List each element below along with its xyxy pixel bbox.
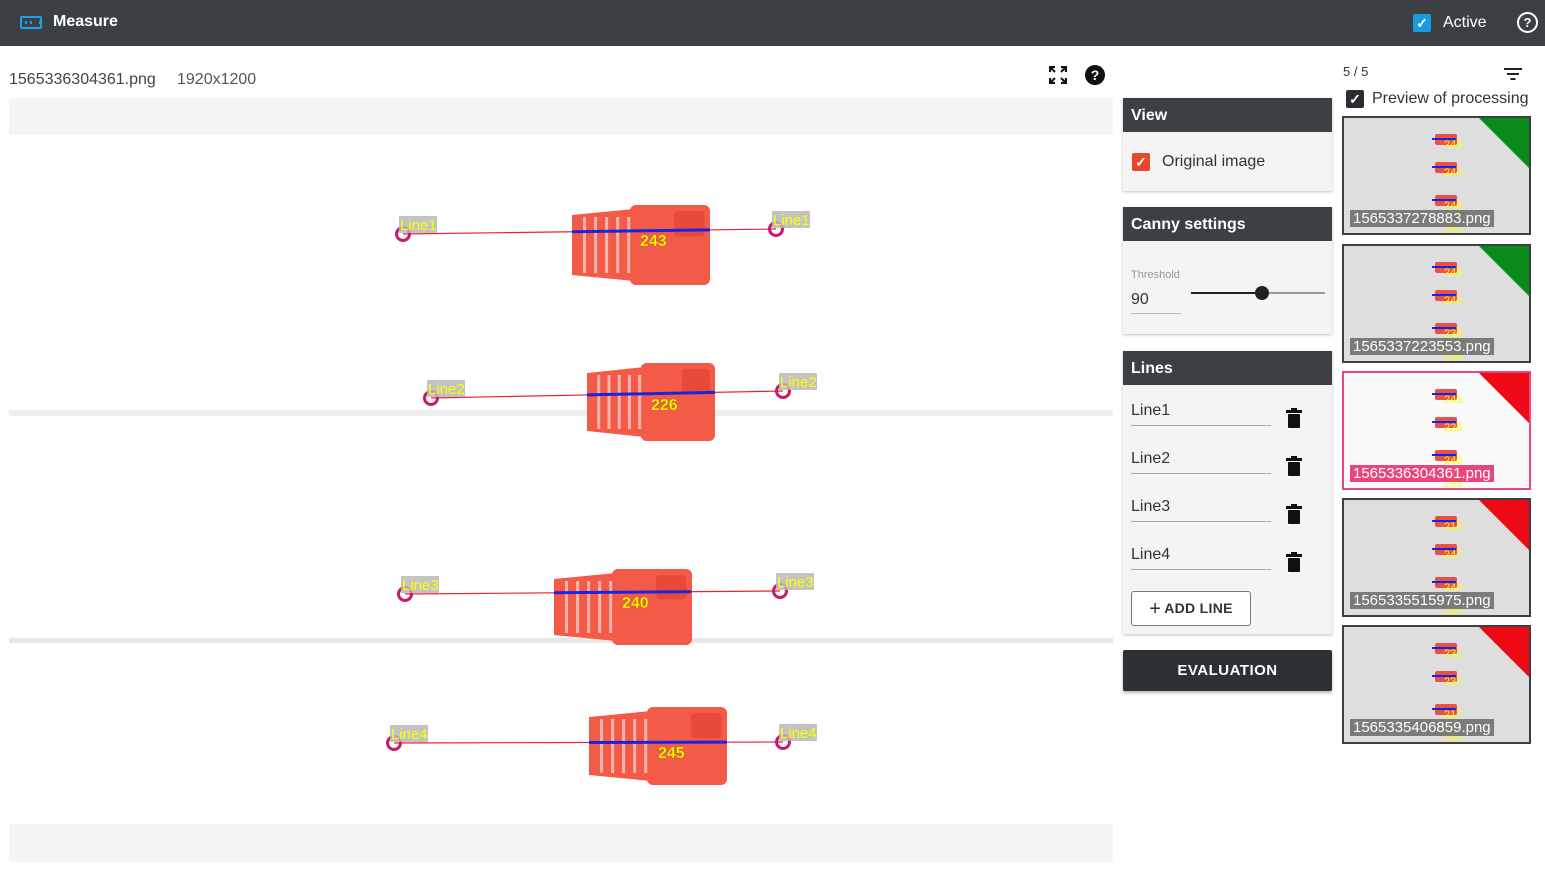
measured-value: 226 <box>651 397 678 414</box>
threshold-slider-fill <box>1191 292 1263 294</box>
add-line-button[interactable]: + ADD LINE <box>1131 591 1251 626</box>
line-label: Line4 <box>780 725 817 742</box>
line-label: Line2 <box>780 374 817 391</box>
paper-fold <box>9 410 1113 416</box>
line-name-field[interactable]: Line2 <box>1131 444 1271 474</box>
thumbnail-value: 247 <box>1444 549 1462 561</box>
help-icon[interactable]: ? <box>1517 12 1538 33</box>
line-label: Line3 <box>402 577 439 594</box>
line-label: Line4 <box>391 726 428 743</box>
thumbnail-file-name: 1565337278883.png <box>1350 210 1494 227</box>
measured-value: 243 <box>640 233 667 250</box>
active-label: Active <box>1443 14 1487 31</box>
thumbnail-value: 231 <box>1444 648 1462 660</box>
thumbnail-value: 240 <box>1444 267 1462 279</box>
plus-icon: + <box>1149 598 1162 620</box>
delete-line-icon[interactable] <box>1286 504 1302 524</box>
line-name-field[interactable]: Line4 <box>1131 540 1271 570</box>
thumbnail-item[interactable]: 215 247 244 233 1565335515975.png <box>1342 498 1531 617</box>
filter-icon[interactable] <box>1503 67 1523 81</box>
line-label: Line1 <box>773 212 810 229</box>
thumbnail-value: 243 <box>1444 139 1462 151</box>
canny-panel-title: Canny settings <box>1123 207 1332 241</box>
line-label: Line1 <box>400 217 437 234</box>
top-bar: Measure ✓ Active ? <box>0 0 1545 46</box>
thumbnail-value: 237 <box>1444 676 1462 688</box>
original-image-label: Original image <box>1162 153 1266 170</box>
measured-segment <box>571 228 711 234</box>
thumbnail-item[interactable]: 240 242 239 239 1565337223553.png <box>1342 244 1531 363</box>
preview-label: Preview of processing <box>1372 90 1529 107</box>
thumbnail-file-name: 1565336304361.png <box>1350 465 1494 482</box>
image-help-icon[interactable]: ? <box>1085 65 1105 85</box>
view-panel: View ✓ Original image <box>1123 98 1332 191</box>
measurement-canvas[interactable]: Line1 Line1 243 Line2 Line2 226 Line3 Line3 240 L… <box>9 135 1113 824</box>
lines-panel-title: Lines <box>1123 351 1332 385</box>
preview-checkbox[interactable]: ✓ <box>1346 90 1364 108</box>
line-label: Line2 <box>428 381 465 398</box>
thumbnail-value: 243 <box>1444 394 1462 406</box>
lines-panel: Lines Line1 Line2 Line3 Line4 + ADD LINE <box>1123 351 1332 634</box>
line-name-field[interactable]: Line1 <box>1131 396 1271 426</box>
canny-settings-panel: Canny settings Threshold 90 <box>1123 207 1332 334</box>
evaluation-button[interactable]: EVALUATION <box>1123 650 1332 691</box>
thumbnail-item[interactable]: 231 237 217 233 1565335406859.png <box>1342 625 1531 744</box>
thumbnail-item[interactable]: 243 226 240 245 1565336304361.png <box>1342 371 1531 490</box>
thumbnail-file-name: 1565337223553.png <box>1350 338 1494 355</box>
thumbnail-value: 244 <box>1444 167 1462 179</box>
line-label: Line3 <box>777 574 814 591</box>
delete-line-icon[interactable] <box>1286 456 1302 476</box>
image-viewer[interactable]: Line1 Line1 243 Line2 Line2 226 Line3 Line3 240 L… <box>9 98 1113 862</box>
background-paper <box>9 135 1113 824</box>
thumbnail-item[interactable]: 243 244 240 242 1565337278883.png <box>1342 116 1531 235</box>
thumbnail-value: 215 <box>1444 521 1462 533</box>
thumbnail-value: 242 <box>1444 295 1462 307</box>
thumbnail-file-name: 1565335406859.png <box>1350 719 1494 736</box>
threshold-input[interactable]: 90 <box>1131 291 1181 314</box>
line-name-field[interactable]: Line3 <box>1131 492 1271 522</box>
original-image-checkbox[interactable]: ✓ <box>1132 153 1150 171</box>
ruler-icon <box>20 16 42 29</box>
thumbnail-file-name: 1565335515975.png <box>1350 592 1494 609</box>
add-line-label: ADD LINE <box>1164 600 1233 616</box>
app-title: Measure <box>53 13 118 30</box>
measured-value: 245 <box>658 745 685 762</box>
active-checkbox[interactable]: ✓ <box>1413 14 1431 32</box>
delete-line-icon[interactable] <box>1286 408 1302 428</box>
measured-value: 240 <box>622 595 649 612</box>
measured-segment <box>553 590 692 595</box>
fullscreen-icon[interactable] <box>1049 66 1067 84</box>
view-panel-title: View <box>1123 98 1332 132</box>
delete-line-icon[interactable] <box>1286 552 1302 572</box>
threshold-slider[interactable] <box>1191 286 1325 300</box>
thumbnail-value: 226 <box>1444 422 1462 434</box>
paper-fold <box>9 638 1113 643</box>
image-file-name: 1565336304361.png <box>9 71 156 88</box>
image-counter: 5 / 5 <box>1343 64 1369 79</box>
threshold-slider-handle[interactable] <box>1255 286 1270 300</box>
image-resolution: 1920x1200 <box>177 71 257 88</box>
threshold-label: Threshold <box>1131 269 1180 281</box>
